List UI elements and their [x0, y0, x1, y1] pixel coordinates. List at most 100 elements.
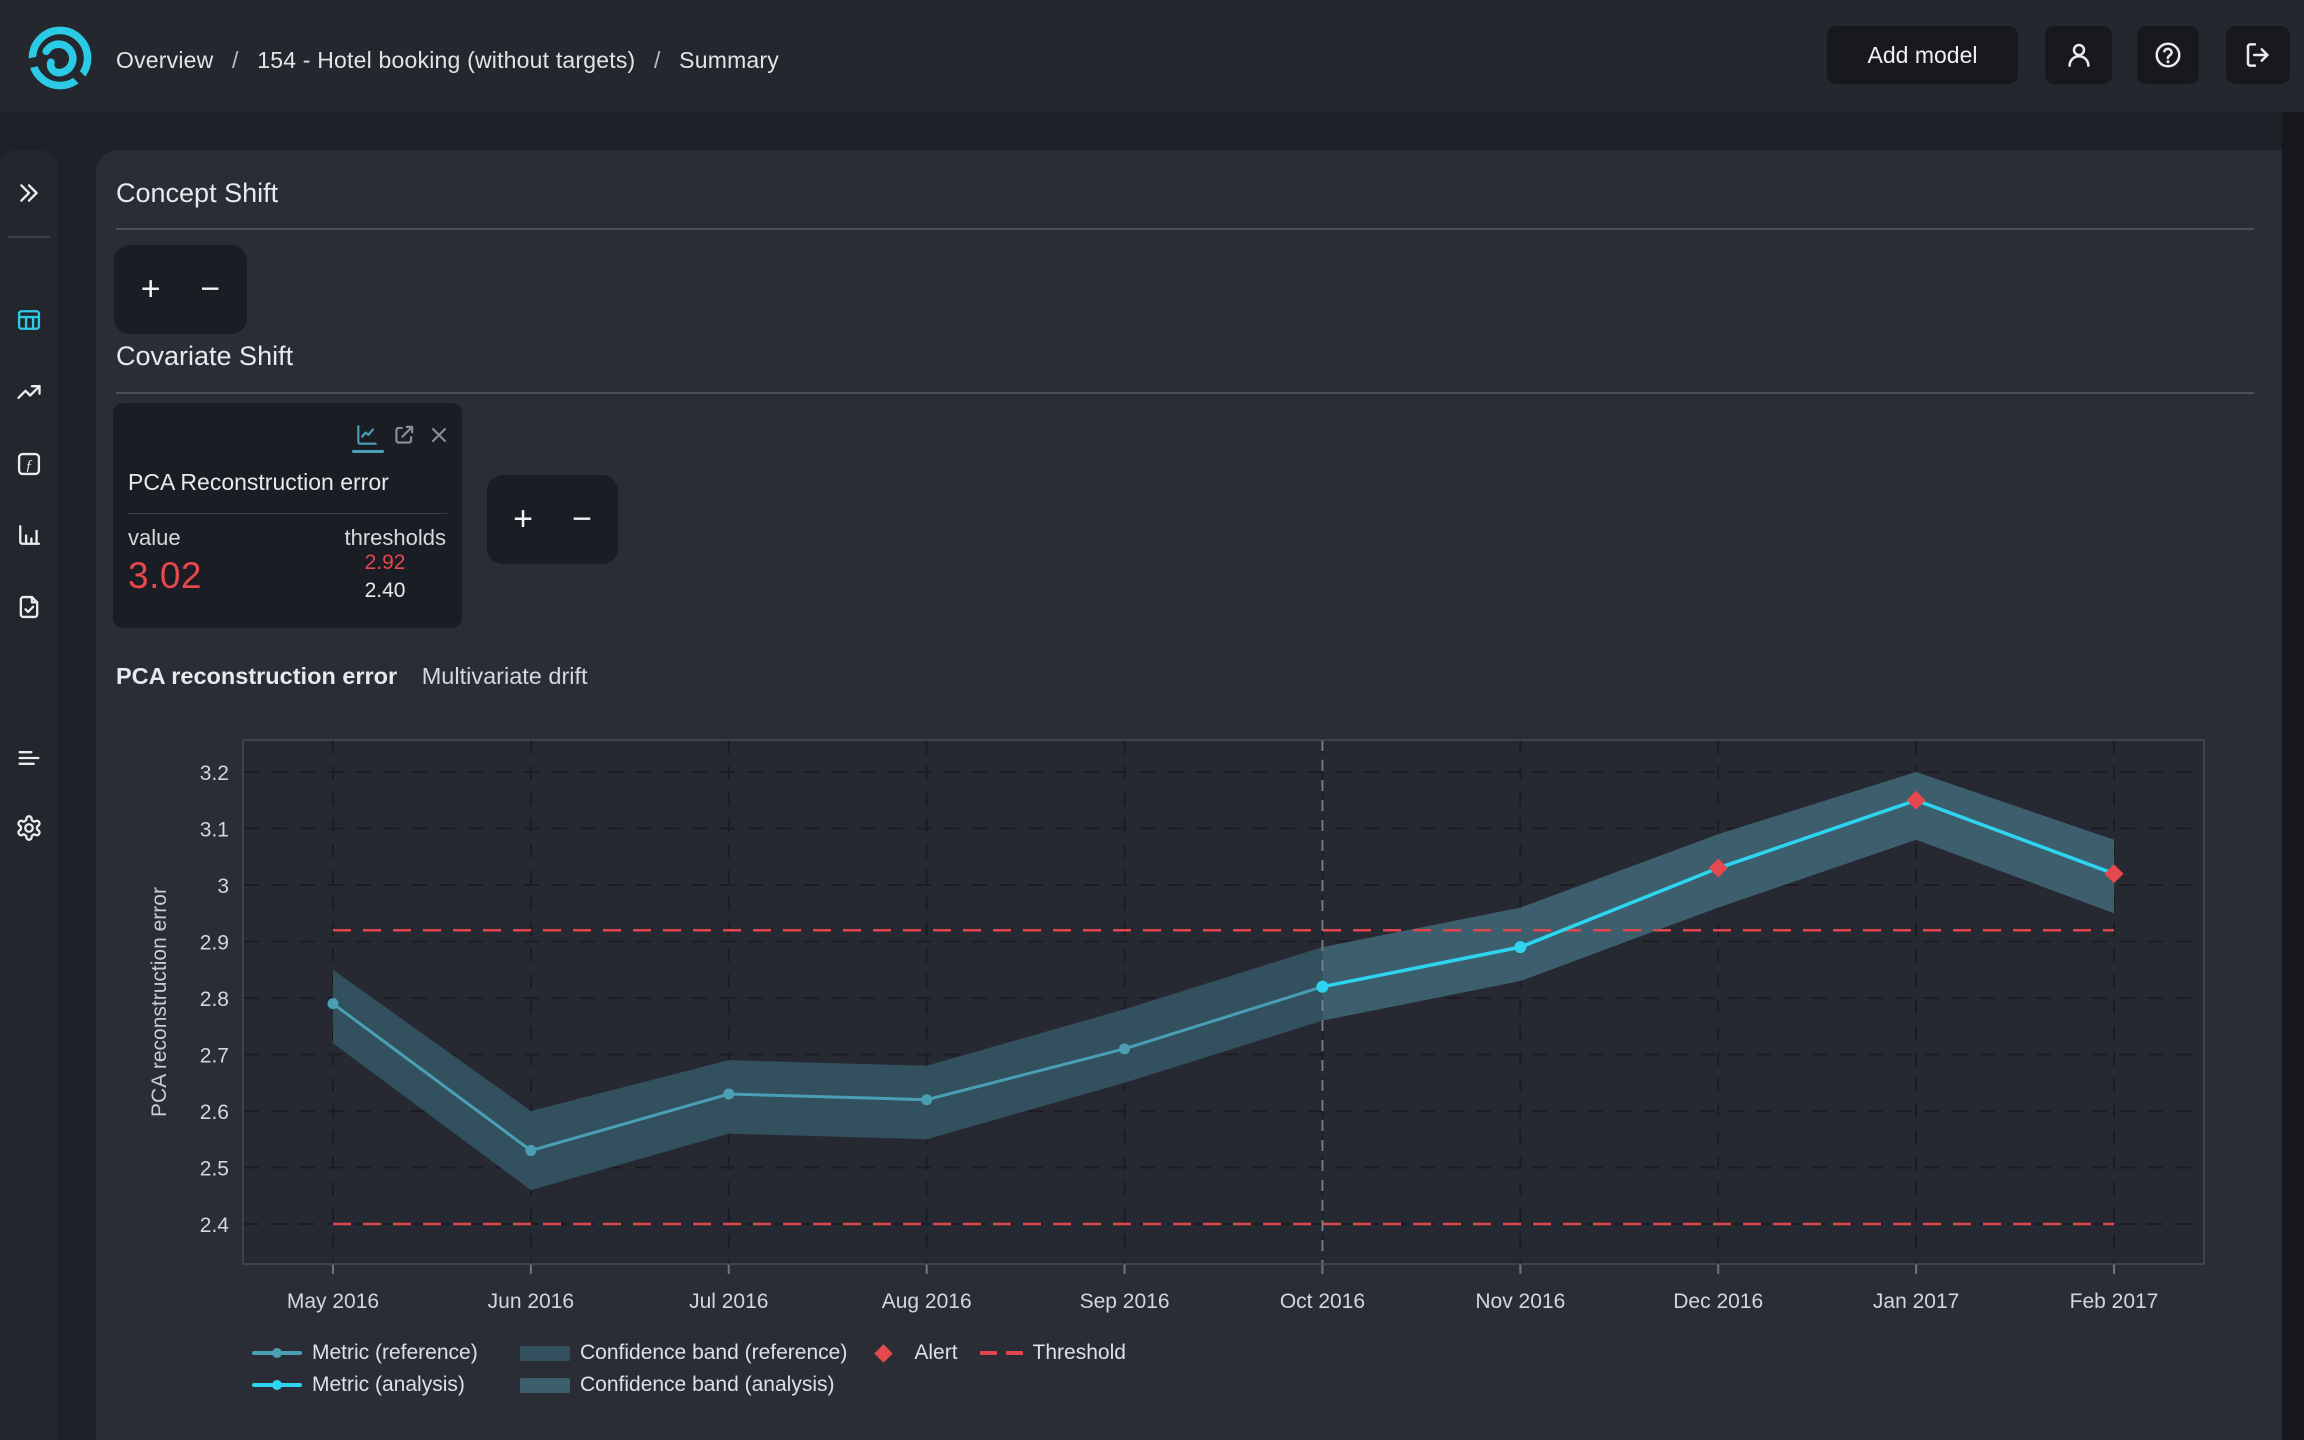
breadcrumb: Overview / 154 - Hotel booking (without …: [116, 47, 779, 74]
card-chart-view-toggle[interactable]: [353, 421, 381, 449]
data-point-reference[interactable]: [921, 1094, 932, 1105]
left-sidebar: [0, 150, 58, 1440]
metric-card-divider: [128, 513, 447, 514]
sidebar-expand-button[interactable]: [0, 171, 58, 215]
legend-item-band-analysis[interactable]: Confidence band (analysis): [520, 1373, 834, 1397]
x-tick-label: Jun 2016: [488, 1290, 574, 1313]
breadcrumb-summary[interactable]: Summary: [679, 47, 779, 73]
chevrons-right-icon: [16, 180, 42, 206]
metric-reference-swatch: [252, 1351, 302, 1355]
sidebar-item-logs[interactable]: [0, 736, 58, 780]
legend-label: Confidence band (reference): [580, 1341, 847, 1365]
y-tick-label: 2.4: [200, 1214, 230, 1237]
y-tick-label: 3.2: [200, 762, 229, 785]
external-link-icon: [391, 422, 417, 448]
y-axis-label: PCA reconstruction error: [148, 887, 171, 1117]
x-tick-label: Oct 2016: [1280, 1290, 1365, 1313]
user-icon: [2064, 40, 2094, 70]
breadcrumb-separator: /: [220, 47, 251, 73]
data-point-reference[interactable]: [525, 1145, 536, 1156]
x-tick-label: Dec 2016: [1673, 1290, 1763, 1313]
legend-label: Confidence band (analysis): [580, 1373, 834, 1397]
table-icon: [15, 306, 43, 334]
file-check-icon: [15, 593, 43, 621]
card-toggle-active-indicator: [352, 450, 384, 453]
function-square-icon: ƒ: [15, 450, 43, 478]
concept-shift-zoom-controls: + −: [114, 245, 247, 334]
metric-summary-card: PCA Reconstruction error value threshold…: [113, 403, 462, 628]
help-button[interactable]: [2137, 26, 2199, 84]
chart-header: PCA reconstruction error Multivariate dr…: [116, 663, 588, 690]
drift-line-chart[interactable]: 3.23.132.92.82.72.62.52.4May 2016Jun 201…: [100, 732, 2210, 1332]
thresholds-label: thresholds: [344, 525, 446, 551]
sidebar-item-concept-drift[interactable]: ƒ: [0, 442, 58, 486]
data-point-reference[interactable]: [1119, 1043, 1130, 1054]
menu-lines-icon: [15, 744, 43, 772]
sidebar-item-summary-tables[interactable]: [0, 298, 58, 342]
breadcrumb-model[interactable]: 154 - Hotel booking (without targets): [257, 47, 635, 73]
chart-title: PCA reconstruction error: [116, 663, 397, 689]
sidebar-item-performance[interactable]: [0, 370, 58, 414]
concept-shift-title: Concept Shift: [116, 178, 278, 209]
x-tick-label: Feb 2017: [2070, 1290, 2159, 1313]
bar-chart-icon: [15, 521, 43, 549]
sidebar-item-data-quality[interactable]: [0, 585, 58, 629]
y-tick-label: 2.7: [200, 1045, 229, 1068]
zoom-out-button[interactable]: −: [559, 475, 605, 564]
chart-subtitle: Multivariate drift: [422, 663, 588, 689]
y-tick-label: 2.5: [200, 1158, 229, 1181]
x-tick-label: Nov 2016: [1475, 1290, 1565, 1313]
sidebar-item-covariate-shift[interactable]: [0, 513, 58, 557]
x-tick-label: May 2016: [287, 1290, 379, 1313]
close-icon: [427, 423, 451, 447]
trending-up-icon: [15, 378, 43, 406]
legend-label: Alert: [914, 1341, 957, 1365]
user-account-button[interactable]: [2045, 26, 2112, 84]
zoom-out-button[interactable]: −: [187, 245, 233, 334]
legend-item-metric-reference[interactable]: Metric (reference): [252, 1341, 498, 1365]
y-tick-label: 3: [217, 875, 229, 898]
card-close-button[interactable]: [425, 421, 453, 449]
x-tick-label: Jan 2017: [1873, 1290, 1959, 1313]
value-label: value: [128, 525, 181, 551]
breadcrumb-separator: /: [642, 47, 673, 73]
x-tick-label: Aug 2016: [882, 1290, 972, 1313]
alert-diamond-swatch: [875, 1344, 893, 1362]
line-chart-icon: [354, 422, 380, 448]
help-icon: [2153, 40, 2183, 70]
zoom-in-button[interactable]: +: [128, 245, 174, 334]
data-point-analysis[interactable]: [1316, 981, 1328, 993]
band-reference-swatch: [520, 1346, 570, 1361]
legend-label: Metric (reference): [312, 1341, 478, 1365]
band-analysis-swatch: [520, 1378, 570, 1393]
app-window: Overview / 154 - Hotel booking (without …: [0, 0, 2304, 1440]
legend-label: Threshold: [1033, 1341, 1126, 1365]
metric-value: 3.02: [128, 555, 202, 597]
logout-icon: [2243, 40, 2273, 70]
legend-label: Metric (analysis): [312, 1373, 465, 1397]
legend-item-alert[interactable]: Alert: [869, 1341, 957, 1365]
breadcrumb-overview[interactable]: Overview: [116, 47, 213, 73]
data-point-analysis[interactable]: [1514, 941, 1526, 953]
legend-item-metric-analysis[interactable]: Metric (analysis): [252, 1373, 498, 1397]
x-tick-label: Sep 2016: [1080, 1290, 1170, 1313]
sidebar-item-settings[interactable]: [0, 806, 58, 850]
gear-icon: [15, 814, 43, 842]
legend-item-threshold[interactable]: Threshold: [980, 1341, 1126, 1365]
threshold-dash-swatch: [980, 1351, 1023, 1355]
card-open-external-button[interactable]: [390, 421, 418, 449]
add-model-button[interactable]: Add model: [1827, 26, 2018, 84]
metric-card-title: PCA Reconstruction error: [128, 469, 389, 496]
logout-button[interactable]: [2226, 26, 2290, 84]
data-point-reference[interactable]: [328, 998, 339, 1009]
y-tick-label: 2.8: [200, 988, 229, 1011]
legend-item-band-reference[interactable]: Confidence band (reference): [520, 1341, 847, 1365]
threshold-high-value: 2.92: [330, 551, 440, 575]
data-point-reference[interactable]: [723, 1089, 734, 1100]
svg-text:ƒ: ƒ: [25, 456, 33, 473]
y-tick-label: 3.1: [200, 819, 229, 842]
scrollbar-track[interactable]: [2282, 112, 2304, 1440]
zoom-in-button[interactable]: +: [500, 475, 546, 564]
brand-logo-icon[interactable]: [22, 20, 98, 96]
metric-analysis-swatch: [252, 1383, 302, 1387]
